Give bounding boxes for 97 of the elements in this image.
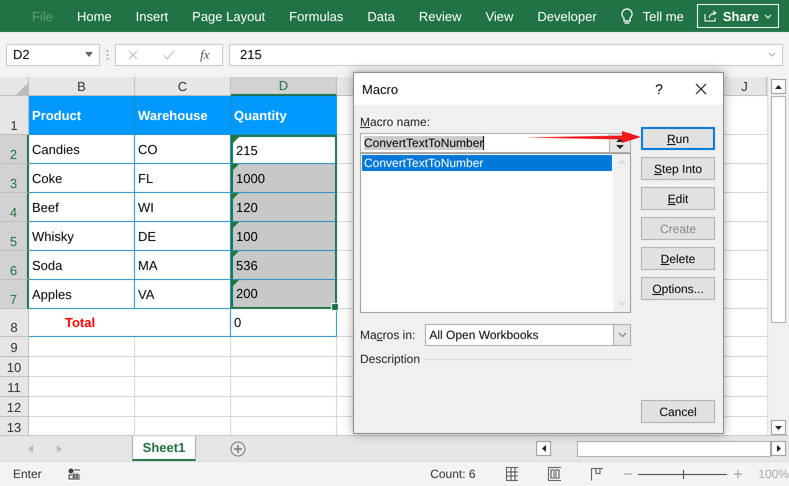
list-item[interactable]: ConvertTextToNumber [362, 155, 612, 171]
check-icon[interactable] [163, 50, 176, 60]
row-header[interactable]: 7 [0, 280, 29, 309]
tell-me-label[interactable]: Tell me [642, 8, 684, 24]
ribbon-tab[interactable]: View [473, 8, 526, 24]
row-header[interactable]: 6 [0, 251, 29, 280]
row-header[interactable]: 8 [0, 309, 29, 337]
scroll-down-button[interactable] [771, 420, 786, 435]
row-header[interactable]: 4 [0, 193, 29, 222]
sheet-tab[interactable]: Sheet1 [132, 436, 196, 461]
column-title: Product [29, 96, 135, 135]
row-header[interactable]: 10 [0, 357, 29, 377]
cancel-button[interactable]: Cancel [641, 400, 715, 423]
help-button[interactable]: ? [639, 74, 679, 104]
normal-view-icon[interactable] [506, 467, 518, 481]
column-header[interactable]: D [231, 77, 337, 96]
scroll-left-button[interactable] [536, 441, 551, 456]
ribbon-tab[interactable]: Developer [525, 8, 609, 24]
share-button[interactable]: Share [696, 4, 779, 28]
table-cell: 120 [231, 193, 337, 222]
macro-recording-icon[interactable] [68, 468, 80, 480]
table-cell: Candies [29, 135, 135, 164]
ribbon-tab[interactable]: Review [406, 8, 474, 24]
add-sheet-icon[interactable] [230, 440, 246, 456]
zoom-in-icon[interactable] [733, 469, 742, 479]
caret-icon[interactable] [85, 52, 93, 57]
row-header[interactable]: 9 [0, 337, 29, 357]
table-cell: 100 [231, 222, 337, 251]
error-indicator-icon[interactable] [233, 280, 239, 286]
up-arrow-icon[interactable] [775, 84, 782, 88]
row-header[interactable]: 1 [0, 96, 29, 135]
mode-indicator: Enter [13, 467, 42, 481]
table-cell: 0 [231, 309, 337, 337]
table-cell: Beef [29, 193, 135, 222]
table-cell: CO [135, 135, 231, 164]
ribbon-tab[interactable]: Insert [124, 8, 180, 24]
row-header[interactable]: 13 [0, 417, 29, 435]
column-title: Quantity [231, 96, 337, 135]
dialog-title: Macro [362, 82, 400, 96]
ribbon-tab[interactable]: Data [355, 8, 407, 24]
dialog-button[interactable]: Edit [641, 187, 715, 210]
row-header[interactable]: 5 [0, 222, 29, 251]
close-icon[interactable] [695, 83, 707, 95]
scrollbar-thumb[interactable] [577, 440, 771, 456]
fill-handle[interactable] [331, 303, 339, 311]
macros-in-dropdown[interactable]: All Open Workbooks [425, 324, 631, 346]
page-layout-icon[interactable] [548, 467, 561, 481]
dropdown-icon[interactable] [618, 332, 626, 338]
section-label: Description [360, 352, 420, 366]
column-header[interactable]: B [29, 77, 135, 96]
dialog-button[interactable]: Run [641, 127, 715, 150]
row-header[interactable]: 12 [0, 397, 29, 417]
page-break-icon[interactable] [590, 468, 604, 480]
table-cell: Apples [29, 280, 135, 309]
ribbon-tab[interactable]: Page Layout [180, 8, 278, 24]
table-cell: Coke [29, 164, 135, 193]
error-indicator-icon[interactable] [233, 164, 239, 170]
column-header[interactable]: C [135, 77, 231, 96]
dialog-button[interactable]: Options... [641, 277, 715, 300]
table-cell: Soda [29, 251, 135, 280]
dialog-button[interactable]: Delete [641, 247, 715, 270]
dialog-button[interactable]: Step Into [641, 157, 715, 180]
count-readout: Count: 6 [430, 467, 476, 481]
error-indicator-icon[interactable] [233, 251, 239, 257]
error-indicator-icon[interactable] [233, 222, 239, 228]
macro-list[interactable]: ConvertTextToNumber [360, 153, 631, 313]
ribbon-tab[interactable]: Formulas [277, 8, 356, 24]
table-cell: 200 [231, 280, 337, 309]
ribbon-tab[interactable]: Home [64, 8, 124, 24]
row-header[interactable]: 2 [0, 135, 29, 164]
name-box[interactable]: D2 [6, 44, 100, 66]
table-cell: Whisky [29, 222, 135, 251]
spin-arrows-icon[interactable] [616, 138, 624, 148]
scroll-right-button[interactable] [771, 441, 786, 456]
scrollbar-thumb[interactable] [771, 96, 786, 323]
lightbulb-icon[interactable] [620, 8, 633, 24]
error-indicator-icon[interactable] [233, 137, 239, 143]
grip-icon [106, 48, 109, 60]
share-icon [704, 10, 718, 22]
error-indicator-icon[interactable] [233, 193, 239, 199]
field-label: Macros in: [360, 328, 416, 342]
row-header[interactable]: 11 [0, 377, 29, 397]
caret-icon [764, 14, 772, 18]
formula-field[interactable]: 215 [229, 44, 783, 66]
down-arrow-icon[interactable] [775, 426, 782, 430]
insert-function-button[interactable]: fx [200, 46, 210, 62]
table-cell: 1000 [231, 164, 337, 193]
macro-name-field[interactable]: ConvertTextToNumber [360, 133, 631, 153]
column-header[interactable]: J [723, 77, 768, 96]
row-header[interactable]: 3 [0, 164, 29, 193]
column-title: Warehouse [135, 96, 231, 135]
total-label: Total [29, 309, 231, 337]
scroll-up-button[interactable] [771, 79, 786, 94]
table-cell: 536 [231, 251, 337, 280]
field-label: Macro name: [360, 115, 432, 129]
left-arrow-icon[interactable] [542, 445, 546, 452]
right-arrow-icon[interactable] [776, 445, 780, 452]
